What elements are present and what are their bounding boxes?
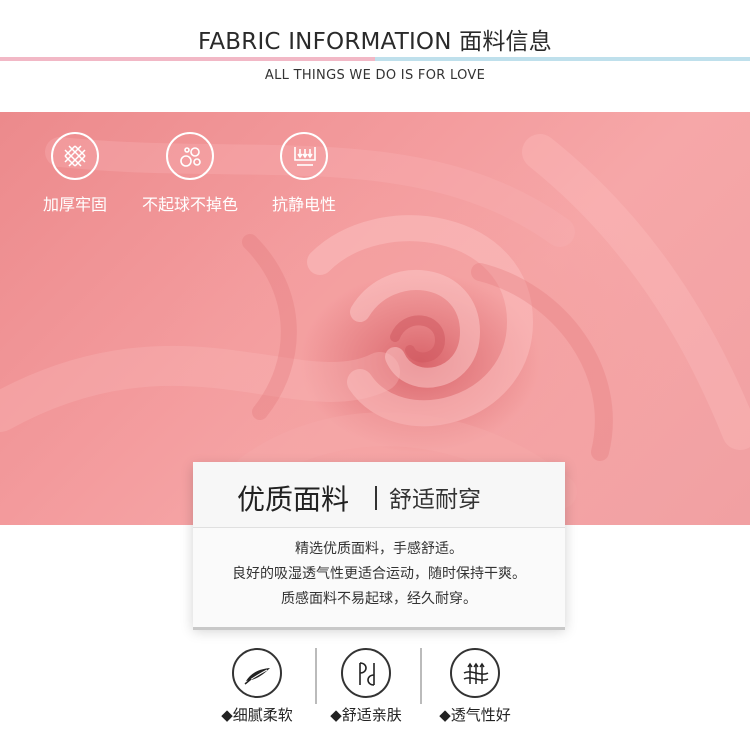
breathable-icon [450,648,500,698]
badge-label: ◆细腻柔软 [221,706,293,724]
badge-comfort: ◆舒适亲肤 [311,648,421,725]
header: FABRIC INFORMATION 面料信息 ALL THINGS WE DO… [0,0,750,112]
panel-header: 优质面料 舒适耐穿 [193,462,565,528]
skin-icon [341,648,391,698]
badge-soft: ◆细腻柔软 [202,648,312,725]
feature-label: 不起球不掉色 [141,195,238,214]
badge-breathable: ◆透气性好 [420,648,530,725]
panel-divider [375,486,377,510]
panel-line: 精选优质面料，手感舒适。 [295,541,463,557]
header-rule-blue [375,57,750,61]
header-subtitle: ALL THINGS WE DO IS FOR LOVE [264,68,486,83]
header-rule-pink [0,57,375,61]
badge-label: ◆舒适亲肤 [330,706,402,724]
feature-label: 抗静电性 [271,195,336,214]
feature-thick: 加厚牢固 [20,132,130,215]
feature-antistatic: 抗静电性 [249,132,359,215]
antistatic-icon [280,132,328,180]
feature-label: 加厚牢固 [42,195,107,214]
panel-line: 质感面料不易起球，经久耐穿。 [281,591,477,607]
crosshatch-icon [51,132,99,180]
panel-subtitle: 舒适耐穿 [389,487,481,513]
feather-icon [232,648,282,698]
bubbles-icon [166,132,214,180]
feature-pilling: 不起球不掉色 [135,132,245,215]
panel-bottom-rule [193,627,565,630]
panel-line: 良好的吸湿透气性更适合运动，随时保持干爽。 [232,566,526,582]
panel-title: 优质面料 [237,483,350,516]
info-panel: 优质面料 舒适耐穿 精选优质面料，手感舒适。 良好的吸湿透气性更适合运动，随时保… [193,462,565,627]
header-title: FABRIC INFORMATION 面料信息 [198,29,552,55]
badge-label: ◆透气性好 [439,706,511,724]
